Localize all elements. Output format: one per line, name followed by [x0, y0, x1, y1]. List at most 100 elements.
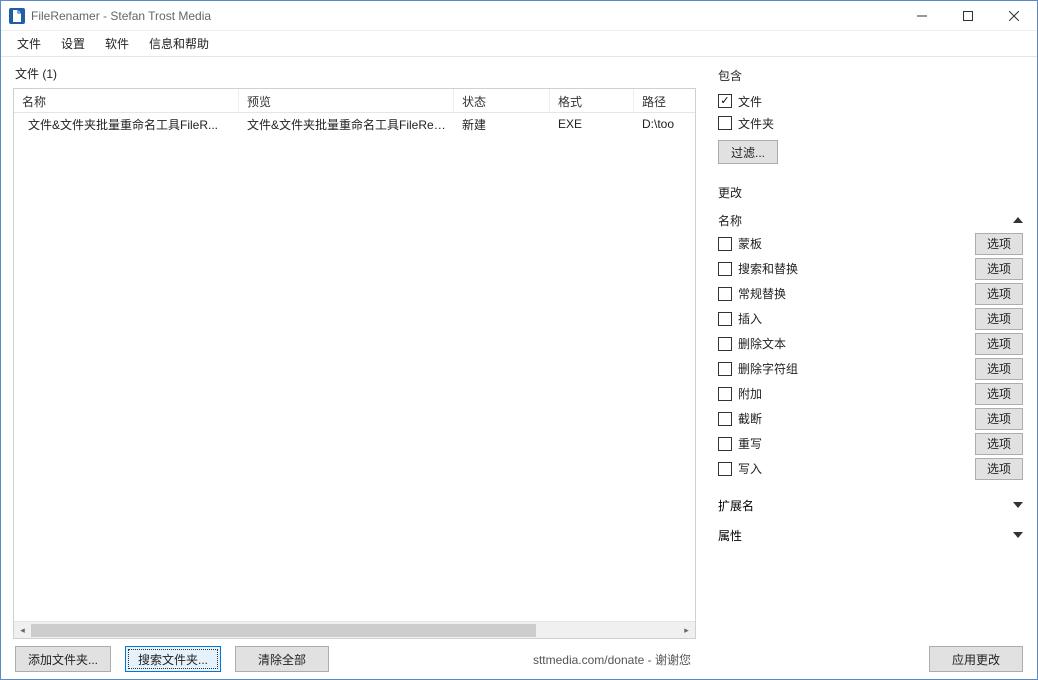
name-option-checkbox[interactable]: [718, 387, 732, 401]
menu-software[interactable]: 软件: [95, 31, 139, 56]
chevron-up-icon: [1013, 217, 1023, 223]
donate-link[interactable]: sttmedia.com/donate - 谢谢您: [533, 653, 691, 667]
name-option-checkbox[interactable]: [718, 262, 732, 276]
title-bar: FileRenamer - Stefan Trost Media: [1, 1, 1037, 31]
name-option-label: 蒙板: [738, 235, 762, 252]
name-option-checkbox[interactable]: [718, 337, 732, 351]
scroll-track[interactable]: [31, 623, 678, 638]
clear-all-button[interactable]: 清除全部: [235, 646, 329, 672]
cell-status: 新建: [454, 114, 550, 135]
name-option-checkbox[interactable]: [718, 437, 732, 451]
attr-section-header[interactable]: 属性: [718, 523, 1023, 547]
name-option-settings-button[interactable]: 选项: [975, 283, 1023, 305]
menu-settings[interactable]: 设置: [51, 31, 95, 56]
name-option-left[interactable]: 附加: [718, 385, 762, 402]
name-option-row: 搜索和替换 选项: [718, 256, 1023, 281]
menu-bar: 文件 设置 软件 信息和帮助: [1, 31, 1037, 57]
include-folders-label: 文件夹: [738, 115, 774, 132]
close-button[interactable]: [991, 1, 1037, 30]
name-option-settings-button[interactable]: 选项: [975, 358, 1023, 380]
name-option-left[interactable]: 删除文本: [718, 335, 786, 352]
filter-button[interactable]: 过滤...: [718, 140, 778, 164]
include-files-label: 文件: [738, 93, 762, 110]
name-option-row: 附加 选项: [718, 381, 1023, 406]
name-option-left[interactable]: 常规替换: [718, 285, 786, 302]
include-folders-row[interactable]: 文件夹: [718, 112, 1023, 134]
name-option-label: 删除字符组: [738, 360, 798, 377]
table-row[interactable]: 文件&文件夹批量重命名工具FileR... 文件&文件夹批量重命名工具FileR…: [14, 113, 695, 135]
change-group: 更改 名称 蒙板选项搜索和替换选项常规替换选项插入选项删除文本选项删除字符组选项…: [718, 182, 1023, 547]
file-list-header: 文件 (1): [13, 65, 696, 88]
include-files-row[interactable]: 文件: [718, 90, 1023, 112]
name-option-left[interactable]: 写入: [718, 460, 762, 477]
column-status[interactable]: 状态: [454, 89, 550, 112]
name-option-settings-button[interactable]: 选项: [975, 383, 1023, 405]
name-option-checkbox[interactable]: [718, 362, 732, 376]
bottom-bar: 添加文件夹... 搜索文件夹... 清除全部 sttmedia.com/dona…: [1, 639, 1037, 679]
name-section-header[interactable]: 名称: [718, 209, 1023, 231]
file-list-pane: 文件 (1) 名称 预览 状态 格式 路径 文件&文件夹批量重命名工具FileR…: [1, 57, 696, 639]
add-folder-button[interactable]: 添加文件夹...: [15, 646, 111, 672]
maximize-button[interactable]: [945, 1, 991, 30]
name-option-label: 写入: [738, 460, 762, 477]
scroll-left-icon[interactable]: ◂: [14, 623, 31, 638]
name-option-checkbox[interactable]: [718, 287, 732, 301]
name-option-checkbox[interactable]: [718, 462, 732, 476]
ext-section-label: 扩展名: [718, 497, 754, 514]
name-option-checkbox[interactable]: [718, 312, 732, 326]
ext-section-header[interactable]: 扩展名: [718, 493, 1023, 517]
name-option-settings-button[interactable]: 选项: [975, 408, 1023, 430]
name-option-settings-button[interactable]: 选项: [975, 258, 1023, 280]
options-pane: 包含 文件 文件夹 过滤... 更改 名称 蒙板选项搜索和替换选项常规替换选项插…: [696, 57, 1037, 639]
horizontal-scrollbar[interactable]: ◂ ▸: [14, 621, 695, 638]
attr-section-label: 属性: [718, 527, 742, 544]
name-option-row: 常规替换 选项: [718, 281, 1023, 306]
name-option-settings-button[interactable]: 选项: [975, 458, 1023, 480]
name-option-label: 常规替换: [738, 285, 786, 302]
include-title: 包含: [718, 65, 1023, 90]
file-list-body[interactable]: 文件&文件夹批量重命名工具FileR... 文件&文件夹批量重命名工具FileR…: [14, 113, 695, 621]
scroll-right-icon[interactable]: ▸: [678, 623, 695, 638]
name-option-label: 重写: [738, 435, 762, 452]
minimize-button[interactable]: [899, 1, 945, 30]
window-controls: [899, 1, 1037, 30]
include-group: 包含 文件 文件夹 过滤...: [718, 65, 1023, 164]
name-option-label: 截断: [738, 410, 762, 427]
name-option-settings-button[interactable]: 选项: [975, 233, 1023, 255]
name-option-settings-button[interactable]: 选项: [975, 308, 1023, 330]
name-option-settings-button[interactable]: 选项: [975, 333, 1023, 355]
maximize-icon: [963, 11, 973, 21]
include-files-checkbox[interactable]: [718, 94, 732, 108]
include-folders-checkbox[interactable]: [718, 116, 732, 130]
file-list-columns: 名称 预览 状态 格式 路径: [14, 89, 695, 113]
name-option-row: 截断 选项: [718, 406, 1023, 431]
cell-path: D:\too: [634, 115, 695, 133]
chevron-down-icon: [1013, 532, 1023, 538]
window-title: FileRenamer - Stefan Trost Media: [31, 9, 899, 23]
column-name[interactable]: 名称: [14, 89, 239, 112]
close-icon: [1009, 11, 1019, 21]
name-option-settings-button[interactable]: 选项: [975, 433, 1023, 455]
column-preview[interactable]: 预览: [239, 89, 454, 112]
name-option-left[interactable]: 插入: [718, 310, 762, 327]
chevron-down-icon: [1013, 502, 1023, 508]
name-option-row: 插入 选项: [718, 306, 1023, 331]
name-section-label: 名称: [718, 212, 742, 229]
menu-help[interactable]: 信息和帮助: [139, 31, 219, 56]
cell-format: EXE: [550, 115, 634, 133]
apply-changes-button[interactable]: 应用更改: [929, 646, 1023, 672]
name-option-checkbox[interactable]: [718, 412, 732, 426]
name-option-checkbox[interactable]: [718, 237, 732, 251]
name-option-left[interactable]: 删除字符组: [718, 360, 798, 377]
menu-file[interactable]: 文件: [7, 31, 51, 56]
name-option-left[interactable]: 截断: [718, 410, 762, 427]
name-options-list: 蒙板选项搜索和替换选项常规替换选项插入选项删除文本选项删除字符组选项附加选项截断…: [718, 231, 1023, 481]
name-option-left[interactable]: 蒙板: [718, 235, 762, 252]
column-path[interactable]: 路径: [634, 89, 695, 112]
search-folder-button[interactable]: 搜索文件夹...: [125, 646, 221, 672]
name-option-left[interactable]: 重写: [718, 435, 762, 452]
name-option-left[interactable]: 搜索和替换: [718, 260, 798, 277]
scroll-thumb[interactable]: [31, 624, 536, 637]
bottom-right-buttons: 应用更改: [929, 646, 1023, 672]
column-format[interactable]: 格式: [550, 89, 634, 112]
